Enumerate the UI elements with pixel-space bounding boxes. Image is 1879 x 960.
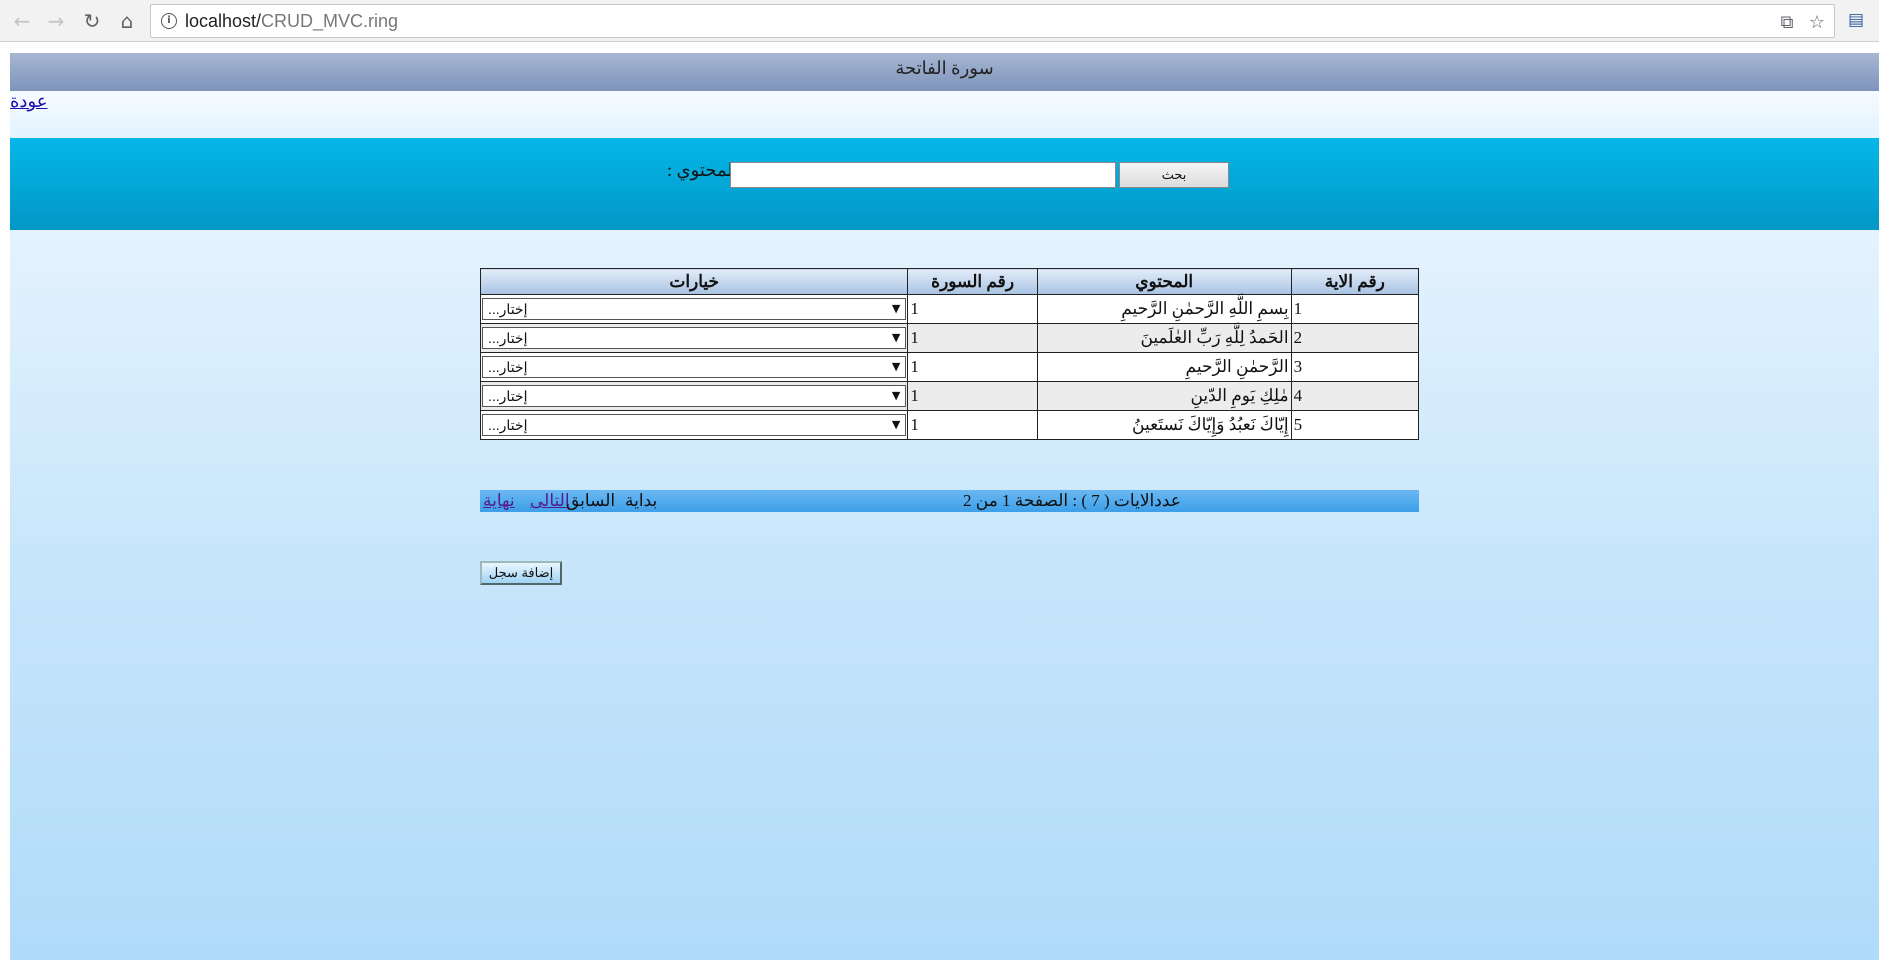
cell-aya: 5 [1290, 410, 1420, 440]
pager-first-label: بداية [625, 491, 658, 510]
bookmark-star-icon[interactable]: ☆ [1805, 10, 1829, 34]
url-text[interactable]: localhost/CRUD_MVC.ring [185, 11, 398, 32]
url-host: localhost/ [185, 11, 262, 31]
pagination-bar: نهاية التالى السابق بداية عددالايات ( 7 … [480, 490, 1419, 512]
dropdown-arrow-icon: ▼ [891, 360, 901, 373]
dropdown-arrow-icon: ▼ [891, 418, 901, 431]
ayat-table: رقم الاية المحتوي رقم السورة خيارات 1 بِ… [479, 268, 1420, 440]
options-select[interactable]: ...إختار ▼ [482, 298, 907, 320]
cell-options: ...إختار ▼ [479, 352, 909, 382]
home-icon[interactable]: ⌂ [113, 7, 141, 35]
cell-aya: 2 [1290, 323, 1420, 353]
options-select[interactable]: ...إختار ▼ [482, 385, 907, 407]
cell-content: إِيّاكَ نَعبُدُ وَإِيّاكَ نَستَعينُ [1036, 410, 1292, 440]
search-input[interactable] [730, 162, 1116, 188]
table-row: 3 الرَّحمٰنِ الرَّحيمِ 1 ...إختار ▼ [479, 352, 1420, 382]
search-button[interactable]: بحث [1119, 162, 1229, 188]
info-icon[interactable]: i [161, 13, 177, 29]
cell-options: ...إختار ▼ [479, 410, 909, 440]
cell-options: ...إختار ▼ [479, 294, 909, 324]
cell-aya: 3 [1290, 352, 1420, 382]
options-select-value: ...إختار [488, 301, 528, 317]
pager-next-link[interactable]: التالى [530, 490, 570, 512]
options-select[interactable]: ...إختار ▼ [482, 327, 907, 349]
cell-content: الرَّحمٰنِ الرَّحيمِ [1036, 352, 1292, 382]
dropdown-arrow-icon: ▼ [891, 331, 901, 344]
cell-aya: 1 [1290, 294, 1420, 324]
cell-sura: 1 [907, 410, 1038, 440]
options-select-value: ...إختار [488, 388, 528, 404]
url-path: CRUD_MVC.ring [261, 11, 399, 31]
header-content: المحتوي [1036, 268, 1292, 295]
cell-content: الحَمدُ لِلَّهِ رَبِّ العٰلَمينَ [1036, 323, 1292, 353]
cell-options: ...إختار ▼ [479, 323, 909, 353]
pager-info: عددالايات ( 7 ) : الصفحة 1 من 2 [963, 491, 1181, 510]
header-aya: رقم الاية [1290, 268, 1420, 295]
translate-icon[interactable]: ⧉ [1775, 10, 1799, 34]
dropdown-arrow-icon: ▼ [891, 302, 901, 315]
table-row: 4 مٰلِكِ يَومِ الدّينِ 1 ...إختار ▼ [479, 381, 1420, 411]
header-sura: رقم السورة [907, 268, 1038, 295]
address-bar[interactable]: i localhost/CRUD_MVC.ring ⧉ ☆ [150, 4, 1835, 38]
cell-sura: 1 [907, 323, 1038, 353]
cell-aya: 4 [1290, 381, 1420, 411]
page-title: سورة الفاتحة [10, 53, 1879, 91]
header-options: خيارات [479, 268, 909, 295]
back-link[interactable]: عودة [10, 91, 48, 112]
page-body: سورة الفاتحة عودة : المحتوي بحث رقم الاي… [10, 53, 1879, 960]
options-select-value: ...إختار [488, 330, 528, 346]
dropdown-arrow-icon: ▼ [891, 389, 901, 402]
table-row: 1 بِسمِ اللَّهِ الرَّحمٰنِ الرَّحيمِ 1 .… [479, 294, 1420, 324]
cell-sura: 1 [907, 352, 1038, 382]
options-select-value: ...إختار [488, 417, 528, 433]
cell-options: ...إختار ▼ [479, 381, 909, 411]
pager-prev-label: السابق [566, 491, 616, 510]
table-header-row: رقم الاية المحتوي رقم السورة خيارات [479, 268, 1420, 295]
search-label: : المحتوي [667, 160, 738, 180]
browser-toolbar: ← → ↻ ⌂ i localhost/CRUD_MVC.ring ⧉ ☆ ▤ [0, 0, 1879, 42]
options-select-value: ...إختار [488, 359, 528, 375]
pager-last-link[interactable]: نهاية [483, 490, 515, 512]
cell-sura: 1 [907, 381, 1038, 411]
extension-icon[interactable]: ▤ [1845, 9, 1867, 31]
table-row: 5 إِيّاكَ نَعبُدُ وَإِيّاكَ نَستَعينُ 1 … [479, 410, 1420, 440]
add-record-button[interactable]: إضافة سجل [480, 561, 562, 585]
cell-sura: 1 [907, 294, 1038, 324]
forward-arrow-icon[interactable]: → [42, 7, 70, 35]
options-select[interactable]: ...إختار ▼ [482, 414, 907, 436]
cell-content: مٰلِكِ يَومِ الدّينِ [1036, 381, 1292, 411]
reload-icon[interactable]: ↻ [78, 7, 106, 35]
back-arrow-icon[interactable]: ← [8, 7, 36, 35]
table-row: 2 الحَمدُ لِلَّهِ رَبِّ العٰلَمينَ 1 ...… [479, 323, 1420, 353]
cell-content: بِسمِ اللَّهِ الرَّحمٰنِ الرَّحيمِ [1036, 294, 1292, 324]
options-select[interactable]: ...إختار ▼ [482, 356, 907, 378]
